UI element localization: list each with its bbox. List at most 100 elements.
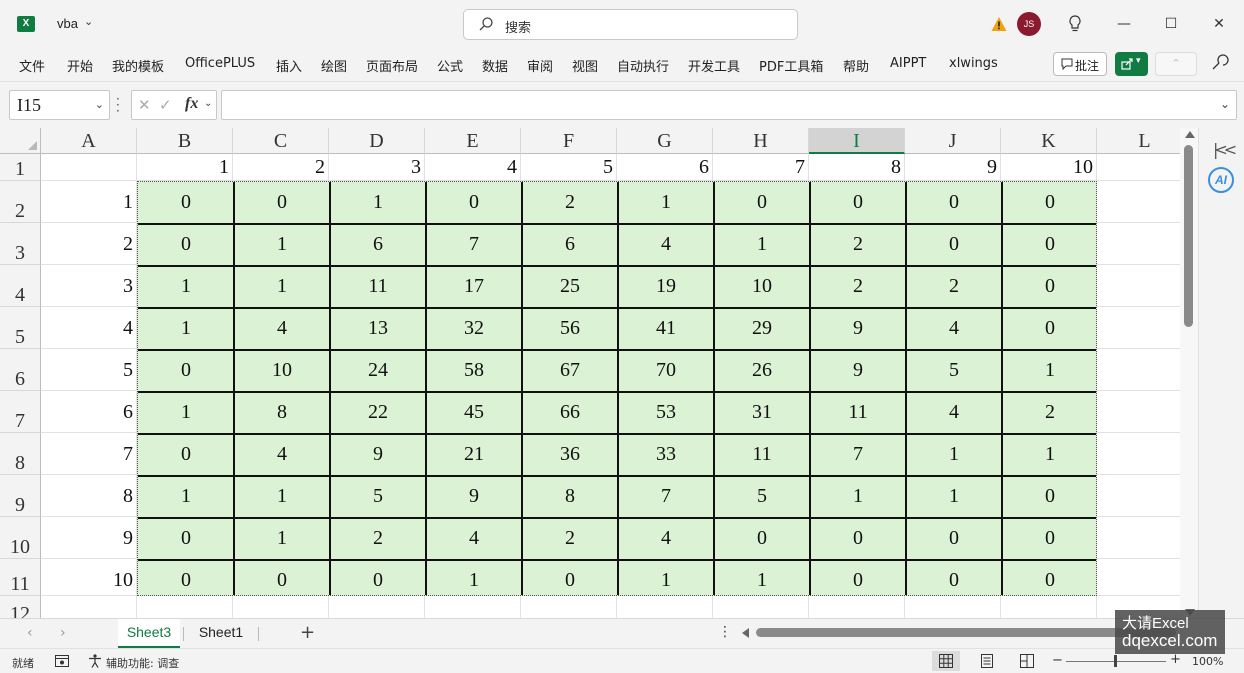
- table-cell[interactable]: 4: [235, 317, 329, 340]
- table-cell[interactable]: 5: [715, 485, 809, 508]
- collapse-pane-icon[interactable]: |<<: [1213, 140, 1237, 159]
- table-cell[interactable]: 58: [427, 359, 521, 382]
- cell-row-label[interactable]: 8: [41, 485, 133, 508]
- column-header-c[interactable]: C: [233, 128, 329, 154]
- row-header-5[interactable]: 5: [0, 307, 41, 349]
- table-cell[interactable]: 9: [427, 485, 521, 508]
- menu-home[interactable]: 开始: [67, 56, 93, 75]
- menu-automate[interactable]: 自动执行: [617, 56, 669, 75]
- cell-row-label[interactable]: 1: [41, 191, 133, 214]
- more-tabs-icon[interactable]: ⋮: [718, 624, 732, 640]
- column-header-k[interactable]: K: [1001, 128, 1097, 154]
- table-cell[interactable]: 1: [427, 569, 521, 592]
- table-cell[interactable]: 32: [427, 317, 521, 340]
- menu-pdf-tools[interactable]: PDF工具箱: [759, 56, 823, 75]
- cell-header-value[interactable]: 3: [329, 156, 421, 179]
- table-cell[interactable]: 1: [139, 401, 233, 424]
- cell-header-value[interactable]: 4: [425, 156, 517, 179]
- zoom-slider-thumb[interactable]: [1114, 655, 1117, 667]
- menu-my-templates[interactable]: 我的模板: [112, 56, 164, 75]
- macro-recording-icon[interactable]: [55, 655, 69, 667]
- table-cell[interactable]: 29: [715, 317, 809, 340]
- table-cell[interactable]: 25: [523, 275, 617, 298]
- table-cell[interactable]: 10: [715, 275, 809, 298]
- table-cell[interactable]: 6: [331, 233, 425, 256]
- accessibility-status[interactable]: 辅助功能: 调查: [106, 655, 179, 671]
- table-cell[interactable]: 6: [523, 233, 617, 256]
- horizontal-scroll-thumb[interactable]: [756, 628, 1176, 637]
- cell-row-label[interactable]: 5: [41, 359, 133, 382]
- column-header-h[interactable]: H: [713, 128, 809, 154]
- table-cell[interactable]: 1: [907, 485, 1001, 508]
- table-cell[interactable]: 1: [619, 191, 713, 214]
- table-cell[interactable]: 0: [427, 191, 521, 214]
- chevron-down-icon[interactable]: ⌄: [95, 98, 104, 111]
- data-table[interactable]: 0 0 1 0 2 1 0 0 0 0 0 1 6 7 6 4 1 2 0 0 1 1 11 17 25 19 10 2 2 0 1 4 13 3…: [137, 181, 1097, 596]
- table-cell[interactable]: 1: [331, 191, 425, 214]
- table-cell[interactable]: 1: [619, 569, 713, 592]
- table-cell[interactable]: 1: [235, 527, 329, 550]
- next-sheet-icon[interactable]: ›: [60, 625, 66, 641]
- table-cell[interactable]: 8: [523, 485, 617, 508]
- table-cell[interactable]: 0: [907, 191, 1001, 214]
- table-cell[interactable]: 17: [427, 275, 521, 298]
- table-cell[interactable]: 24: [331, 359, 425, 382]
- table-cell[interactable]: 0: [235, 569, 329, 592]
- table-cell[interactable]: 0: [907, 233, 1001, 256]
- menu-file[interactable]: 文件: [19, 56, 45, 75]
- table-cell[interactable]: 2: [811, 233, 905, 256]
- table-cell[interactable]: 1: [907, 443, 1001, 466]
- table-cell[interactable]: 36: [523, 443, 617, 466]
- zoom-level[interactable]: 100%: [1192, 655, 1223, 668]
- share-button[interactable]: ▾: [1115, 52, 1148, 76]
- table-cell[interactable]: 4: [619, 233, 713, 256]
- table-cell[interactable]: 1: [139, 317, 233, 340]
- table-cell[interactable]: 31: [715, 401, 809, 424]
- column-header-d[interactable]: D: [329, 128, 425, 154]
- table-cell[interactable]: 2: [811, 275, 905, 298]
- column-header-a[interactable]: A: [41, 128, 137, 154]
- cell-row-label[interactable]: 10: [41, 569, 133, 592]
- page-break-view-button[interactable]: [1013, 651, 1041, 671]
- cell-header-value[interactable]: 8: [809, 156, 901, 179]
- table-cell[interactable]: 0: [139, 191, 233, 214]
- prev-sheet-icon[interactable]: ‹: [27, 625, 33, 641]
- table-cell[interactable]: 0: [1003, 317, 1097, 340]
- select-all-corner[interactable]: [0, 128, 41, 154]
- cell-row-label[interactable]: 3: [41, 275, 133, 298]
- row-header-12[interactable]: 12: [0, 596, 41, 618]
- table-cell[interactable]: 7: [619, 485, 713, 508]
- sheet-tab-sheet1[interactable]: Sheet1: [190, 619, 252, 648]
- table-cell[interactable]: 53: [619, 401, 713, 424]
- feedback-icon[interactable]: [1211, 54, 1229, 72]
- name-box[interactable]: I15 ⌄: [9, 90, 110, 120]
- table-cell[interactable]: 4: [427, 527, 521, 550]
- menu-aippt[interactable]: AIPPT: [890, 56, 926, 71]
- cell-header-value[interactable]: 6: [617, 156, 709, 179]
- table-cell[interactable]: 1: [139, 485, 233, 508]
- menu-developer[interactable]: 开发工具: [688, 56, 740, 75]
- table-cell[interactable]: 0: [139, 233, 233, 256]
- table-cell[interactable]: 0: [1003, 191, 1097, 214]
- row-header-9[interactable]: 9: [0, 475, 41, 517]
- table-cell[interactable]: 21: [427, 443, 521, 466]
- table-cell[interactable]: 0: [715, 191, 809, 214]
- menu-review[interactable]: 审阅: [527, 56, 553, 75]
- table-cell[interactable]: 5: [907, 359, 1001, 382]
- table-cell[interactable]: 7: [427, 233, 521, 256]
- table-cell[interactable]: 0: [139, 569, 233, 592]
- column-header-l[interactable]: L: [1097, 128, 1180, 154]
- cell-row-label[interactable]: 7: [41, 443, 133, 466]
- row-header-10[interactable]: 10: [0, 517, 41, 559]
- cell-header-value[interactable]: 7: [713, 156, 805, 179]
- table-cell[interactable]: 45: [427, 401, 521, 424]
- lightbulb-icon[interactable]: [1067, 15, 1083, 33]
- cell-row-label[interactable]: 6: [41, 401, 133, 424]
- page-layout-view-button[interactable]: [973, 651, 1001, 671]
- cell-header-value[interactable]: 1: [137, 156, 229, 179]
- row-header-4[interactable]: 4: [0, 265, 41, 307]
- column-header-j[interactable]: J: [905, 128, 1001, 154]
- more-options-icon[interactable]: · · ·: [116, 93, 120, 117]
- table-cell[interactable]: 5: [331, 485, 425, 508]
- chevron-down-icon[interactable]: ⌄: [204, 98, 212, 109]
